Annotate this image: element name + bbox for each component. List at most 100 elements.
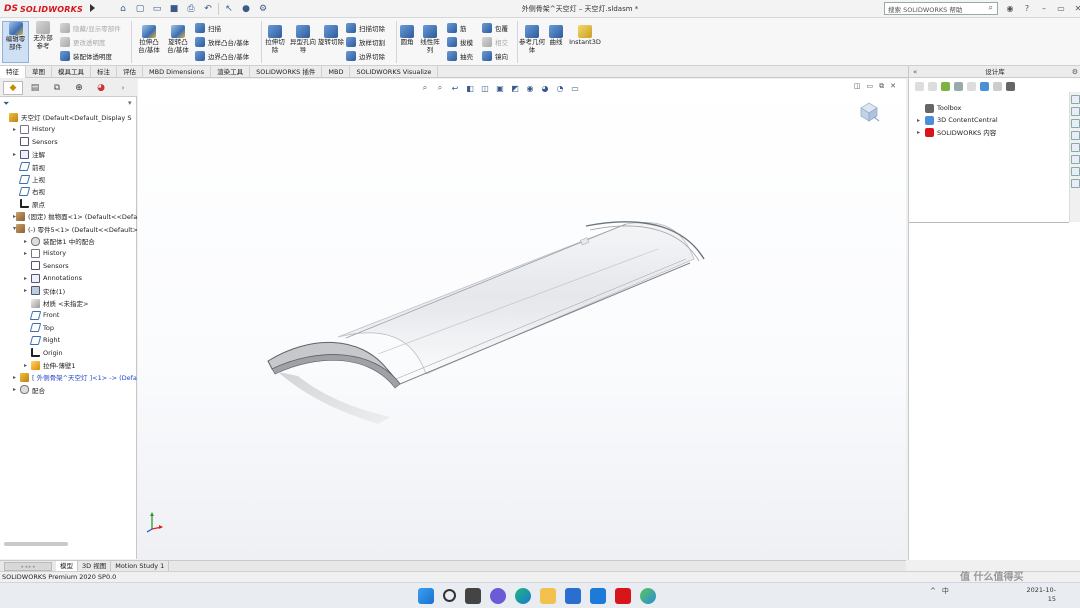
draft-button[interactable]: 拔模 xyxy=(447,36,473,48)
minimize-icon[interactable]: – xyxy=(1037,2,1051,15)
solidworks-store-tab-icon[interactable] xyxy=(1071,179,1080,188)
tree-expander-icon[interactable]: ▸ xyxy=(13,374,20,381)
tree-node[interactable]: ▸ 装配体1 中的配合 xyxy=(24,235,137,247)
loft-boss-button[interactable]: 放样凸台/基体 xyxy=(195,36,249,48)
tree-node[interactable]: Right xyxy=(24,334,137,346)
tree-node[interactable]: ▸ (固定) 抛物面<1> (Default<<Defa xyxy=(13,210,137,222)
close-icon[interactable]: ✕ xyxy=(1071,2,1080,15)
more-tabs-icon[interactable]: › xyxy=(113,81,133,95)
tree-expander-icon[interactable]: ▸ xyxy=(13,151,20,158)
shell-button[interactable]: 抽壳 xyxy=(447,50,473,62)
tree-node[interactable]: ▸ 配合 xyxy=(13,384,137,396)
command-tab[interactable]: MBD Dimensions xyxy=(143,66,212,78)
task-view-icon[interactable] xyxy=(465,588,481,604)
tree-node[interactable]: ▾ (-) 零件5<1> (Default<<Default> xyxy=(13,223,137,235)
tree-node[interactable]: 原点 xyxy=(13,198,137,210)
help-search-input[interactable]: 搜索 SOLIDWORKS 帮助 ⌕ xyxy=(884,2,998,15)
tree-expander-icon[interactable]: ▸ xyxy=(13,386,20,393)
custom-properties-tab-icon[interactable] xyxy=(1071,155,1080,164)
file-explorer-tab-icon[interactable] xyxy=(1071,119,1080,128)
extrude-cut-button[interactable]: 拉伸切除 xyxy=(263,25,287,54)
input-language[interactable]: 中 xyxy=(942,586,949,596)
collapse-pane-icon[interactable]: « xyxy=(913,66,917,78)
horizontal-scrollbar[interactable] xyxy=(4,542,68,546)
tree-expander-icon[interactable]: ▸ xyxy=(24,250,31,257)
reference-geometry-button[interactable]: 参考几何体 xyxy=(519,25,545,54)
restore-icon[interactable]: ▭ xyxy=(1054,2,1068,15)
3d-model-render[interactable] xyxy=(138,79,906,560)
search-taskbar-icon[interactable] xyxy=(443,589,456,602)
property-manager-tab-icon[interactable]: ▤ xyxy=(25,81,45,95)
user-icon[interactable]: ◉ xyxy=(1003,2,1017,15)
view-palette-tab-icon[interactable] xyxy=(1071,131,1080,140)
sweep-cut-button[interactable]: 扫描切除 xyxy=(346,22,385,34)
command-tab[interactable]: 草图 xyxy=(26,66,52,78)
sweep-button[interactable]: 扫描 xyxy=(195,22,221,34)
dimxpert-tab-icon[interactable]: ⊕ xyxy=(69,81,89,95)
command-tab[interactable]: 特征 xyxy=(0,66,26,78)
tree-expander-icon[interactable]: ▸ xyxy=(24,275,31,282)
tree-node[interactable]: Top xyxy=(24,322,137,334)
design-library-item[interactable]: ▸ 3D ContentCentral xyxy=(917,114,998,126)
select-cursor-icon[interactable]: ↖ xyxy=(222,3,236,16)
graphics-area[interactable]: ⌕ ⌕ ↩ ◧ ◫ ▣ ◩ ◉ ◕ ◔ ▭ ◫ ▭ ⧉ ✕ xyxy=(138,79,906,560)
filter-icon[interactable]: ⏷ xyxy=(3,99,9,109)
forum-tab-icon[interactable] xyxy=(1071,167,1080,176)
tree-node[interactable]: 上视 xyxy=(13,173,137,185)
options-gear-icon[interactable]: ⚙ xyxy=(256,3,270,16)
edge-browser-icon[interactable] xyxy=(515,588,531,604)
up-folder-icon[interactable] xyxy=(993,81,1002,91)
tree-expander-icon[interactable]: ▸ xyxy=(24,238,31,245)
forward-icon[interactable] xyxy=(928,81,937,91)
home-icon[interactable]: ⌂ xyxy=(116,3,130,16)
tree-node[interactable]: ▸ Annotations xyxy=(24,272,137,284)
file-explorer-icon[interactable] xyxy=(540,588,556,604)
tree-expander-icon[interactable]: ▸ xyxy=(13,126,20,133)
pane-options-gear-icon[interactable]: ⚙ xyxy=(1072,66,1078,78)
boundary-boss-button[interactable]: 边界凸台/基体 xyxy=(195,50,249,62)
help-icon[interactable]: ? xyxy=(1020,2,1034,15)
mirror-button[interactable]: 镜向 xyxy=(482,50,508,62)
design-library-tab-icon[interactable] xyxy=(1071,107,1080,116)
display-manager-tab-icon[interactable]: ◕ xyxy=(91,81,111,95)
tree-expander-icon[interactable]: ▸ xyxy=(917,129,925,136)
appearances-tab-icon[interactable] xyxy=(1071,143,1080,152)
hole-wizard-button[interactable]: 异型孔向导 xyxy=(289,25,317,54)
rib-button[interactable]: 筋 xyxy=(447,22,467,34)
tree-node[interactable]: 右视 xyxy=(13,185,137,197)
toolbox-tool-icon[interactable] xyxy=(1006,81,1015,91)
tree-expander-icon[interactable]: ▸ xyxy=(24,362,31,369)
search-icon[interactable]: ⌕ xyxy=(989,3,993,13)
solidworks-taskbar-icon[interactable] xyxy=(615,588,631,604)
command-tab[interactable]: 评估 xyxy=(117,66,143,78)
tree-node[interactable]: ▸ History xyxy=(24,247,137,259)
command-tab[interactable]: 模具工具 xyxy=(52,66,91,78)
start-windows-icon[interactable] xyxy=(418,588,434,604)
loft-cut-button[interactable]: 放样切割 xyxy=(346,36,385,48)
feature-tree-tab-icon[interactable]: ◆ xyxy=(3,80,23,95)
tree-expander-icon[interactable]: ▸ xyxy=(917,117,925,124)
solidworks-resources-tab-icon[interactable] xyxy=(1071,95,1080,104)
tree-node[interactable]: ▸ [ 外侧骨架^天空灯 ]<1> -> (Defa xyxy=(13,371,137,383)
revolve-boss-button[interactable]: 旋转凸台/基体 xyxy=(164,25,192,54)
system-clock[interactable]: 2021-10-15 xyxy=(1022,586,1056,604)
command-tab[interactable]: SOLIDWORKS 插件 xyxy=(250,66,323,78)
assembly-transparency-button[interactable]: 装配体透明度 xyxy=(60,50,112,62)
revolve-cut-button[interactable]: 旋转切除 xyxy=(318,25,344,47)
tab-scroll-arrows[interactable]: ◂ ◂ ▸ ▸ xyxy=(4,561,52,571)
traffic-light-rebuild-icon[interactable]: ● xyxy=(239,3,253,16)
model-tab[interactable]: Motion Study 1 xyxy=(111,561,170,571)
command-tab[interactable]: MBD xyxy=(322,66,351,78)
tree-node[interactable]: ▸ 注解 xyxy=(13,148,137,160)
tree-node[interactable]: Origin xyxy=(24,347,137,359)
design-library-item[interactable]: ▸ SOLIDWORKS 内容 xyxy=(917,126,996,138)
configuration-manager-tab-icon[interactable]: ⧉ xyxy=(47,81,67,95)
wrap-button[interactable]: 包覆 xyxy=(482,22,508,34)
model-tab[interactable]: 3D 视图 xyxy=(78,561,112,571)
tree-node[interactable]: Sensors xyxy=(13,136,137,148)
extrude-boss-button[interactable]: 拉伸凸台/基体 xyxy=(135,25,163,54)
save-icon[interactable]: ■ xyxy=(167,3,181,16)
chat-icon[interactable] xyxy=(490,588,506,604)
tray-chevron-icon[interactable]: ^ xyxy=(930,587,936,595)
tree-node[interactable]: 前视 xyxy=(13,161,137,173)
